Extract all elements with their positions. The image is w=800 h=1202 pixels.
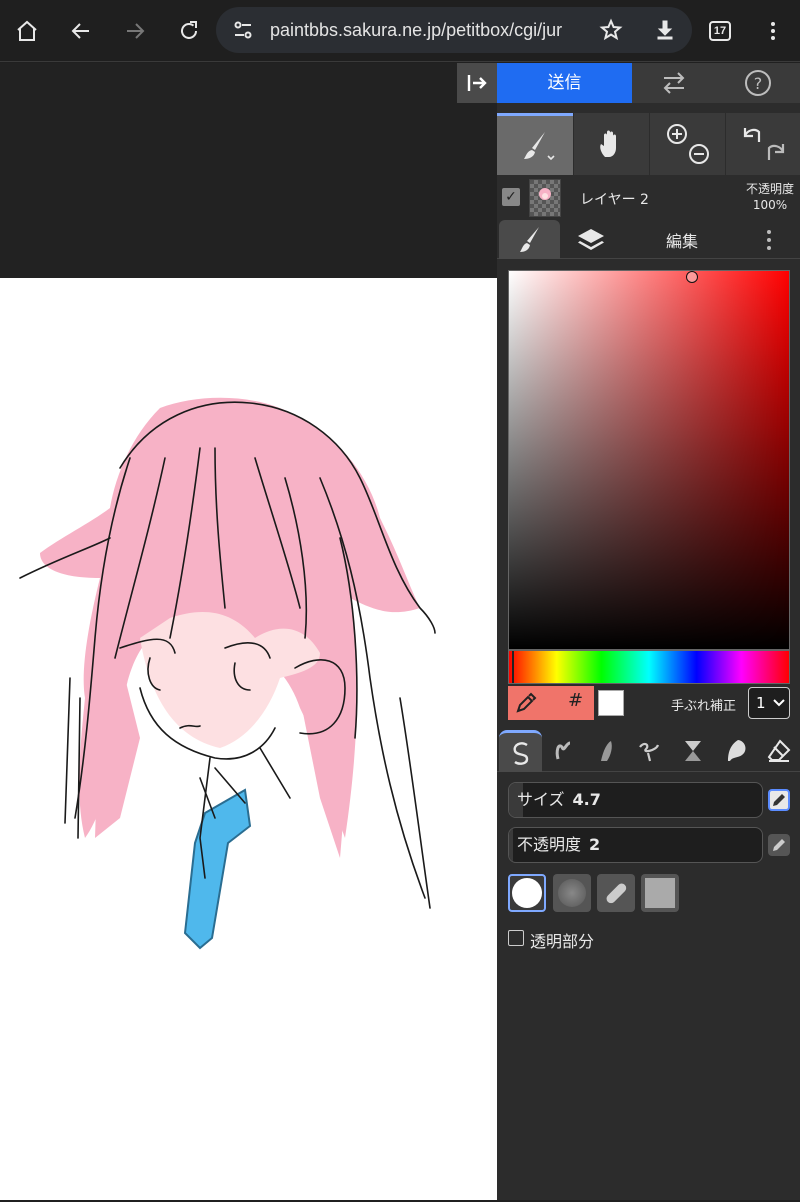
undo-redo-icon <box>743 128 784 160</box>
tip-flat[interactable] <box>597 874 635 912</box>
forward-icon[interactable] <box>118 12 152 50</box>
panel-tabs: 編集 <box>497 220 800 259</box>
layer-name: レイヤー 2 <box>580 192 649 208</box>
star-icon[interactable] <box>594 11 628 49</box>
eraser-icon <box>767 739 790 762</box>
sketch-artwork <box>19 397 436 950</box>
crayon-stroke-icon <box>555 741 570 760</box>
swap-arrows-icon <box>663 72 685 94</box>
transparent-label: 透明部分 <box>530 932 595 951</box>
stabilizer-label: 手ぶれ補正 <box>671 699 737 714</box>
flat-tip-icon <box>606 883 627 904</box>
opacity-label: 不透明度 <box>517 835 582 854</box>
size-label: サイズ <box>517 790 565 809</box>
saturation-value-picker[interactable] <box>508 270 790 650</box>
canvas-background <box>0 63 497 278</box>
address-bar[interactable]: paintbbs.sakura.ne.jp/petitbox/cgi/jur <box>216 7 692 53</box>
tab-edit[interactable]: 編集 <box>627 220 737 259</box>
brush-blur[interactable] <box>628 730 671 772</box>
hand-tool[interactable] <box>573 113 649 175</box>
eyedropper-icon[interactable] <box>514 691 538 715</box>
tab-layers[interactable] <box>560 220 622 259</box>
brush-icon <box>519 226 539 252</box>
hand-icon <box>599 130 616 157</box>
tip-square[interactable] <box>641 874 679 912</box>
reload-icon[interactable] <box>172 12 206 50</box>
opacity-value: 2 <box>589 835 601 854</box>
size-value: 4.7 <box>572 790 601 809</box>
site-settings-icon[interactable] <box>226 11 260 49</box>
smudge-stroke-icon <box>684 741 701 761</box>
fill-stroke-icon <box>727 740 745 761</box>
square-tip-icon <box>645 878 675 908</box>
layer-opacity: 不透明度 100% <box>745 182 794 212</box>
current-layer-row[interactable]: ✓ レイヤー 2 不透明度 100% <box>497 177 800 219</box>
brush-type-row <box>497 730 800 772</box>
paint-app: paintbbs.sakura.ne.jp/petitbox/cgi/jur 1… <box>0 0 800 1202</box>
opacity-pressure-toggle[interactable] <box>768 834 790 856</box>
layers-icon <box>578 228 604 250</box>
help-icon: ? <box>745 70 771 96</box>
tip-round[interactable] <box>508 874 546 912</box>
hue-slider-handle[interactable] <box>512 651 514 683</box>
brush-pen[interactable] <box>499 730 542 772</box>
brush-fill[interactable] <box>714 730 757 772</box>
brush-smudge[interactable] <box>671 730 714 772</box>
hue-slider[interactable] <box>508 650 790 684</box>
tab-switcher-icon[interactable]: 17 <box>709 21 731 41</box>
url-text: paintbbs.sakura.ne.jp/petitbox/cgi/jur <box>270 20 563 40</box>
opacity-slider[interactable]: 不透明度 2 <box>508 827 763 863</box>
zoom-tool[interactable] <box>649 113 725 175</box>
pen-stroke-icon <box>513 741 528 765</box>
size-slider[interactable]: サイズ 4.7 <box>508 782 763 818</box>
tool-panel: 送信 ? ✓ レイヤー 2 不透明度 100% 編集 # 手ぶれ補正 1 サイズ… <box>497 63 800 1200</box>
layer-visible-checkbox[interactable]: ✓ <box>502 188 520 206</box>
watercolor-stroke-icon <box>600 741 612 761</box>
brush-icon <box>524 131 555 160</box>
size-pressure-toggle[interactable] <box>768 789 790 811</box>
tab-brush[interactable] <box>499 220 560 259</box>
blur-stroke-icon <box>638 742 659 762</box>
chevron-down-icon <box>773 699 785 707</box>
color-picker-cursor[interactable] <box>686 271 698 283</box>
svg-text:?: ? <box>754 74 763 93</box>
brush-crayon[interactable] <box>542 730 585 772</box>
layer-thumbnail <box>529 179 561 217</box>
drawing-canvas[interactable] <box>0 278 497 1200</box>
brush-watercolor[interactable] <box>585 730 628 772</box>
more-menu-icon[interactable] <box>756 12 790 50</box>
home-icon[interactable] <box>10 12 44 50</box>
swap-button[interactable] <box>632 63 716 103</box>
more-vertical-icon <box>767 229 771 250</box>
arrow-right-bar-icon <box>467 75 487 91</box>
send-button[interactable]: 送信 <box>497 63 632 103</box>
transparent-checkbox[interactable] <box>508 930 524 946</box>
brush-eraser[interactable] <box>757 730 800 772</box>
stabilizer-select[interactable]: 1 <box>748 687 790 719</box>
brush-tool[interactable] <box>497 113 573 175</box>
help-button[interactable]: ? <box>716 63 800 103</box>
zoom-in-out-icon <box>666 124 709 164</box>
pen-pressure-icon <box>773 839 785 851</box>
tip-soft[interactable] <box>553 874 591 912</box>
hex-input-button[interactable]: # <box>568 690 583 711</box>
tool-row <box>497 113 800 175</box>
download-icon[interactable] <box>648 11 682 49</box>
secondary-color-swatch[interactable] <box>598 690 624 716</box>
back-icon[interactable] <box>64 12 98 50</box>
browser-toolbar: paintbbs.sakura.ne.jp/petitbox/cgi/jur 1… <box>0 0 800 62</box>
undo-redo-tool[interactable] <box>725 113 800 175</box>
soft-tip-icon <box>558 879 586 907</box>
collapse-panel-button[interactable] <box>457 63 497 103</box>
tab-more[interactable] <box>747 220 791 259</box>
current-color-swatch[interactable]: # <box>508 686 594 720</box>
pen-pressure-icon <box>773 794 785 806</box>
round-tip-icon <box>512 878 542 908</box>
